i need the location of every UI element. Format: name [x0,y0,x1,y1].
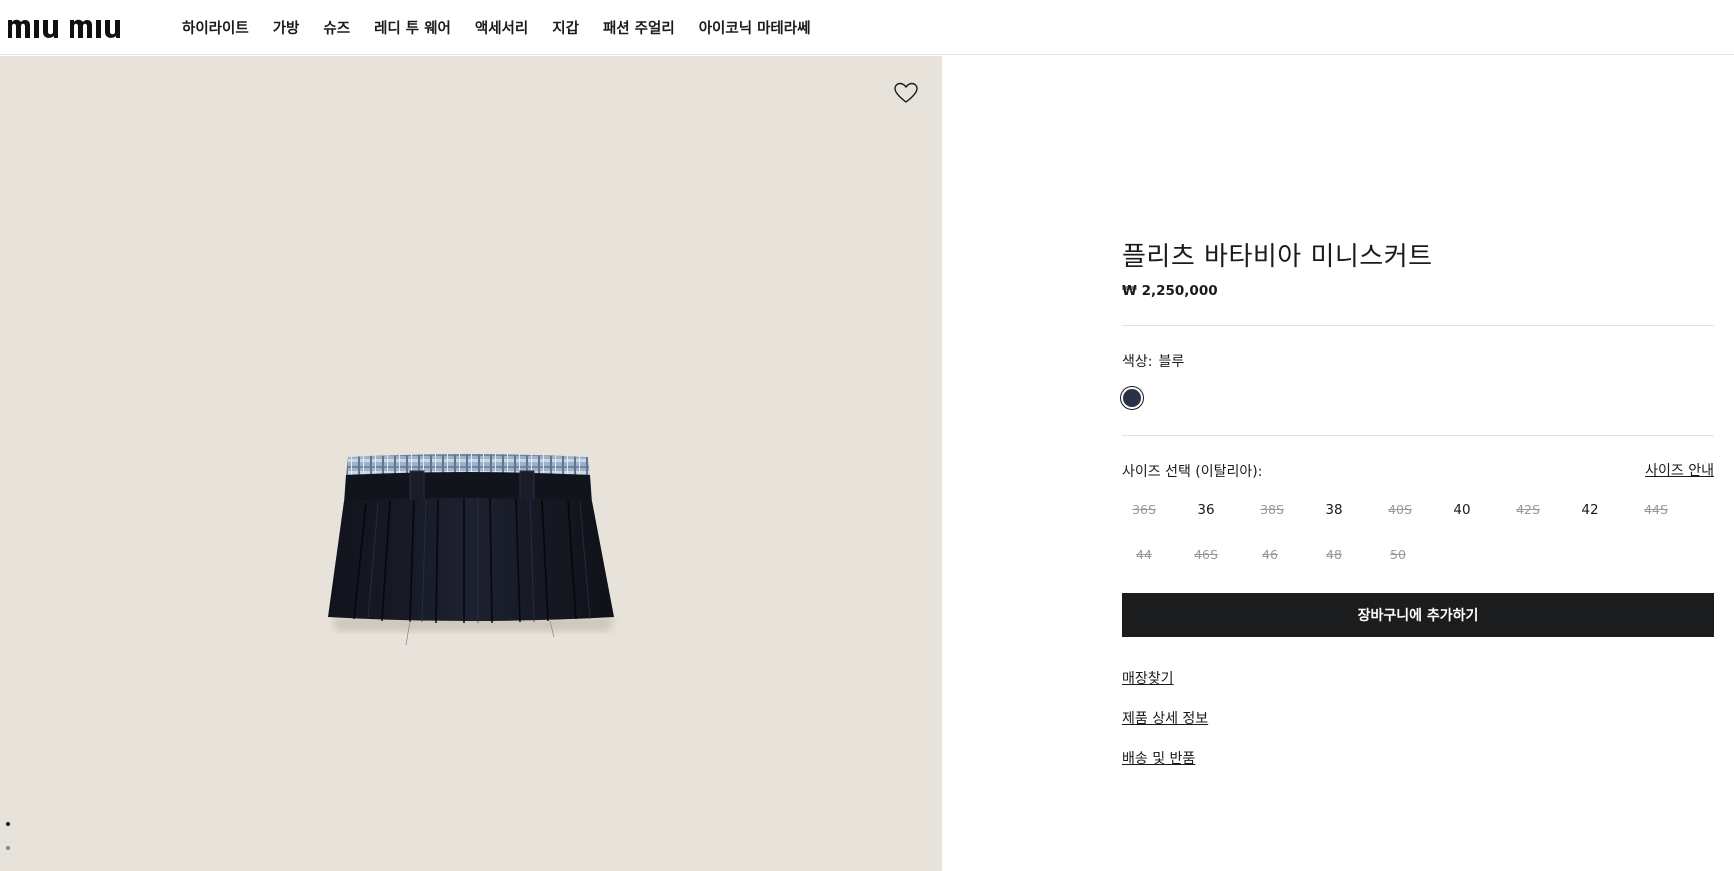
nav-item-shoes[interactable]: 슈즈 [323,17,350,38]
size-option-46s[interactable]: 46S [1186,547,1226,562]
product-gallery[interactable] [0,56,942,871]
nav-item-accessories[interactable]: 액세서리 [475,17,528,38]
size-option-44s[interactable]: 44S [1636,502,1676,517]
gallery-pagination [6,822,10,870]
size-option-36[interactable]: 36 [1186,502,1226,518]
site-header: 하이라이트 가방 슈즈 레디 투 웨어 액세서리 지갑 패션 주얼리 아이코닉 … [0,0,1734,55]
size-guide-link[interactable]: 사이즈 안내 [1645,460,1714,480]
nav-item-ready-to-wear[interactable]: 레디 투 웨어 [374,17,451,38]
nav-item-iconic-matelasse[interactable]: 아이코닉 마테라쎄 [699,17,811,38]
size-option-46[interactable]: 46 [1250,547,1290,562]
heart-icon[interactable] [894,82,918,104]
gallery-dot[interactable] [6,846,10,850]
size-option-38[interactable]: 38 [1314,502,1354,518]
size-option-42[interactable]: 42 [1570,502,1610,518]
color-value: 블루 [1158,354,1185,370]
shipping-returns-link[interactable]: 배송 및 반품 [1122,748,1195,768]
size-option-36s[interactable]: 36S [1124,502,1164,517]
divider [1122,325,1714,326]
size-option-40[interactable]: 40 [1442,502,1482,518]
gallery-dot-active[interactable] [6,822,10,826]
product-price: ₩ 2,250,000 [1122,283,1218,299]
size-select-label: 사이즈 선택 (이탈리아): [1122,464,1263,480]
nav-item-bags[interactable]: 가방 [273,17,300,38]
brand-logo[interactable] [8,14,156,38]
size-option-42s[interactable]: 42S [1508,502,1548,517]
find-store-link[interactable]: 매장찾기 [1122,668,1174,688]
add-to-cart-button[interactable]: 장바구니에 추가하기 [1122,593,1714,637]
size-option-38s[interactable]: 38S [1252,502,1292,517]
color-label: 색상: [1122,354,1153,370]
size-option-50[interactable]: 50 [1378,547,1418,562]
divider [1122,435,1714,436]
size-option-48[interactable]: 48 [1314,547,1354,562]
product-details-link[interactable]: 제품 상세 정보 [1122,708,1208,728]
color-row: 색상: 블루 [1122,351,1184,371]
nav-item-fashion-jewelry[interactable]: 패션 주얼리 [603,17,675,38]
product-title: 플리츠 바타비아 미니스커트 [1122,242,1433,272]
nav-item-highlights[interactable]: 하이라이트 [182,17,249,38]
color-swatch-blue[interactable] [1120,386,1144,410]
size-option-40s[interactable]: 40S [1380,502,1420,517]
product-image-skirt [328,454,614,646]
size-option-44[interactable]: 44 [1124,547,1164,562]
main-nav: 하이라이트 가방 슈즈 레디 투 웨어 액세서리 지갑 패션 주얼리 아이코닉 … [182,0,834,55]
nav-item-wallets[interactable]: 지갑 [552,17,579,38]
